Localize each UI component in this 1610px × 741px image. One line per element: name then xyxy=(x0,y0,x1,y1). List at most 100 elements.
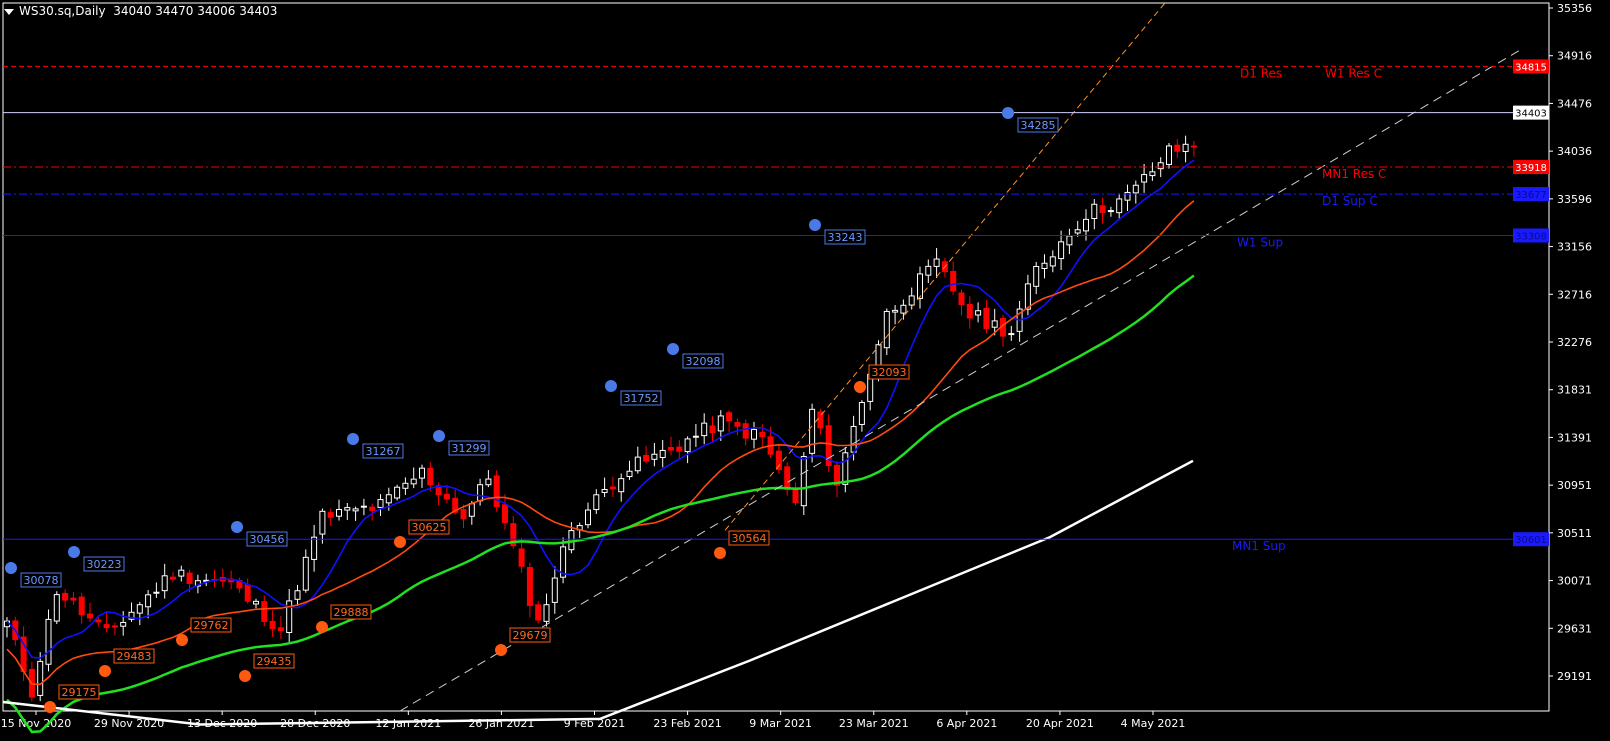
swing-high-dot xyxy=(605,380,617,392)
swing-low-dot xyxy=(854,381,866,393)
candle-body xyxy=(775,450,782,471)
y-tick-label: 34036 xyxy=(1557,145,1592,158)
candle-body xyxy=(883,310,890,349)
candle-body xyxy=(717,415,724,432)
candle-body xyxy=(53,594,60,622)
candle-body xyxy=(1107,210,1114,213)
swing-low-dot xyxy=(176,634,188,646)
trend-line-white xyxy=(399,49,1521,712)
candle-body xyxy=(427,467,434,485)
candle-body xyxy=(70,597,77,601)
y-tick-label: 29631 xyxy=(1557,622,1592,635)
swing-low-dot xyxy=(316,621,328,633)
y-tick-label: 31831 xyxy=(1557,384,1592,397)
candle-body xyxy=(975,310,982,316)
candle-body xyxy=(950,271,957,292)
candle-body xyxy=(327,512,334,518)
level-price-text: 34815 xyxy=(1515,62,1547,73)
candle-body xyxy=(917,273,923,299)
candle-body xyxy=(759,431,766,438)
candle-body xyxy=(294,590,301,600)
dropdown-triangle-icon[interactable] xyxy=(4,8,14,15)
chart-header: WS30.sq,Daily 34040 34470 34006 34403 xyxy=(4,4,277,18)
candle-body xyxy=(933,258,940,267)
candle-body xyxy=(419,467,425,479)
swing-low-label: 29679 xyxy=(513,629,548,642)
candle-body xyxy=(402,482,409,489)
candle-body xyxy=(493,475,500,508)
swing-high-dot xyxy=(347,433,359,445)
candle-body xyxy=(668,447,674,451)
level-name-label: W1 Res C xyxy=(1325,66,1382,80)
y-tick-label: 33596 xyxy=(1557,193,1592,206)
candle-body xyxy=(709,425,716,434)
price-chart[interactable]: 35356 34916 34476 34036 33596 33156 32716 32276… xyxy=(0,0,1610,737)
candle-body xyxy=(535,604,542,621)
candle-body xyxy=(1182,143,1189,152)
candle-body xyxy=(161,575,168,592)
swing-high-dot xyxy=(231,521,243,533)
swing-high-dot xyxy=(5,562,17,574)
candle-body xyxy=(477,484,484,502)
swing-high-dot xyxy=(68,546,80,558)
candle-body xyxy=(991,320,998,328)
candle-body xyxy=(95,619,102,623)
swing-low-dot xyxy=(495,644,507,656)
swing-low-label: 30625 xyxy=(412,521,447,534)
candle-body xyxy=(1066,235,1073,246)
swing-high-dot xyxy=(1002,107,1014,119)
candle-body xyxy=(858,402,865,425)
candle-body xyxy=(1174,144,1181,152)
level-price-text: 30601 xyxy=(1515,535,1547,546)
chart-canvas[interactable]: 35356 34916 34476 34036 33596 33156 32716 32276… xyxy=(0,0,1610,737)
candle-body xyxy=(676,446,683,452)
candle-body xyxy=(983,307,990,329)
candle-body xyxy=(1141,174,1148,183)
level-name-label: D1 Res xyxy=(1240,66,1282,80)
swing-low-dot xyxy=(239,670,251,682)
swing-low-dot xyxy=(99,665,111,677)
candle-body xyxy=(543,604,550,622)
swing-high-label: 31267 xyxy=(366,445,401,458)
swing-high-label: 30223 xyxy=(87,558,122,571)
y-tick-label: 35356 xyxy=(1557,2,1592,15)
candle-body xyxy=(443,493,450,500)
candle-body xyxy=(842,452,849,485)
swing-high-dot xyxy=(433,430,445,442)
candle-body xyxy=(244,584,251,602)
candle-body xyxy=(277,627,284,632)
candle-body xyxy=(344,507,351,511)
candle-body xyxy=(958,292,965,306)
candle-body xyxy=(1008,333,1015,336)
candle-body xyxy=(319,510,326,535)
swing-low-label: 29175 xyxy=(62,686,97,699)
candle-body xyxy=(518,548,525,567)
y-tick-label: 34916 xyxy=(1557,50,1592,63)
candle-body xyxy=(1132,184,1139,194)
candle-body xyxy=(784,466,791,491)
swing-low-dot xyxy=(44,701,56,713)
candle-body xyxy=(253,600,259,605)
trend-line-orange xyxy=(724,2,1166,531)
candle-body xyxy=(651,453,658,460)
candle-body xyxy=(1149,171,1156,177)
candle-body xyxy=(120,621,127,627)
candle-body xyxy=(485,478,492,486)
y-tick-label: 34476 xyxy=(1557,97,1592,110)
swing-low-label: 29483 xyxy=(117,650,152,663)
swing-high-label: 33243 xyxy=(828,231,863,244)
candle-body xyxy=(311,536,318,560)
swing-low-label: 29435 xyxy=(257,655,292,668)
candle-body xyxy=(1074,229,1081,234)
level-name-label: W1 Sup xyxy=(1237,235,1283,249)
candle-body xyxy=(751,428,757,440)
level-name-label: MN1 Res C xyxy=(1322,167,1386,181)
candle-body xyxy=(900,304,907,314)
candle-body xyxy=(1116,198,1123,214)
candle-body xyxy=(684,438,691,453)
candle-body xyxy=(1190,145,1197,148)
swing-high-label: 34285 xyxy=(1021,119,1056,132)
candle-body xyxy=(551,577,558,603)
swing-high-label: 31752 xyxy=(624,392,659,405)
y-tick-label: 31391 xyxy=(1557,431,1592,444)
